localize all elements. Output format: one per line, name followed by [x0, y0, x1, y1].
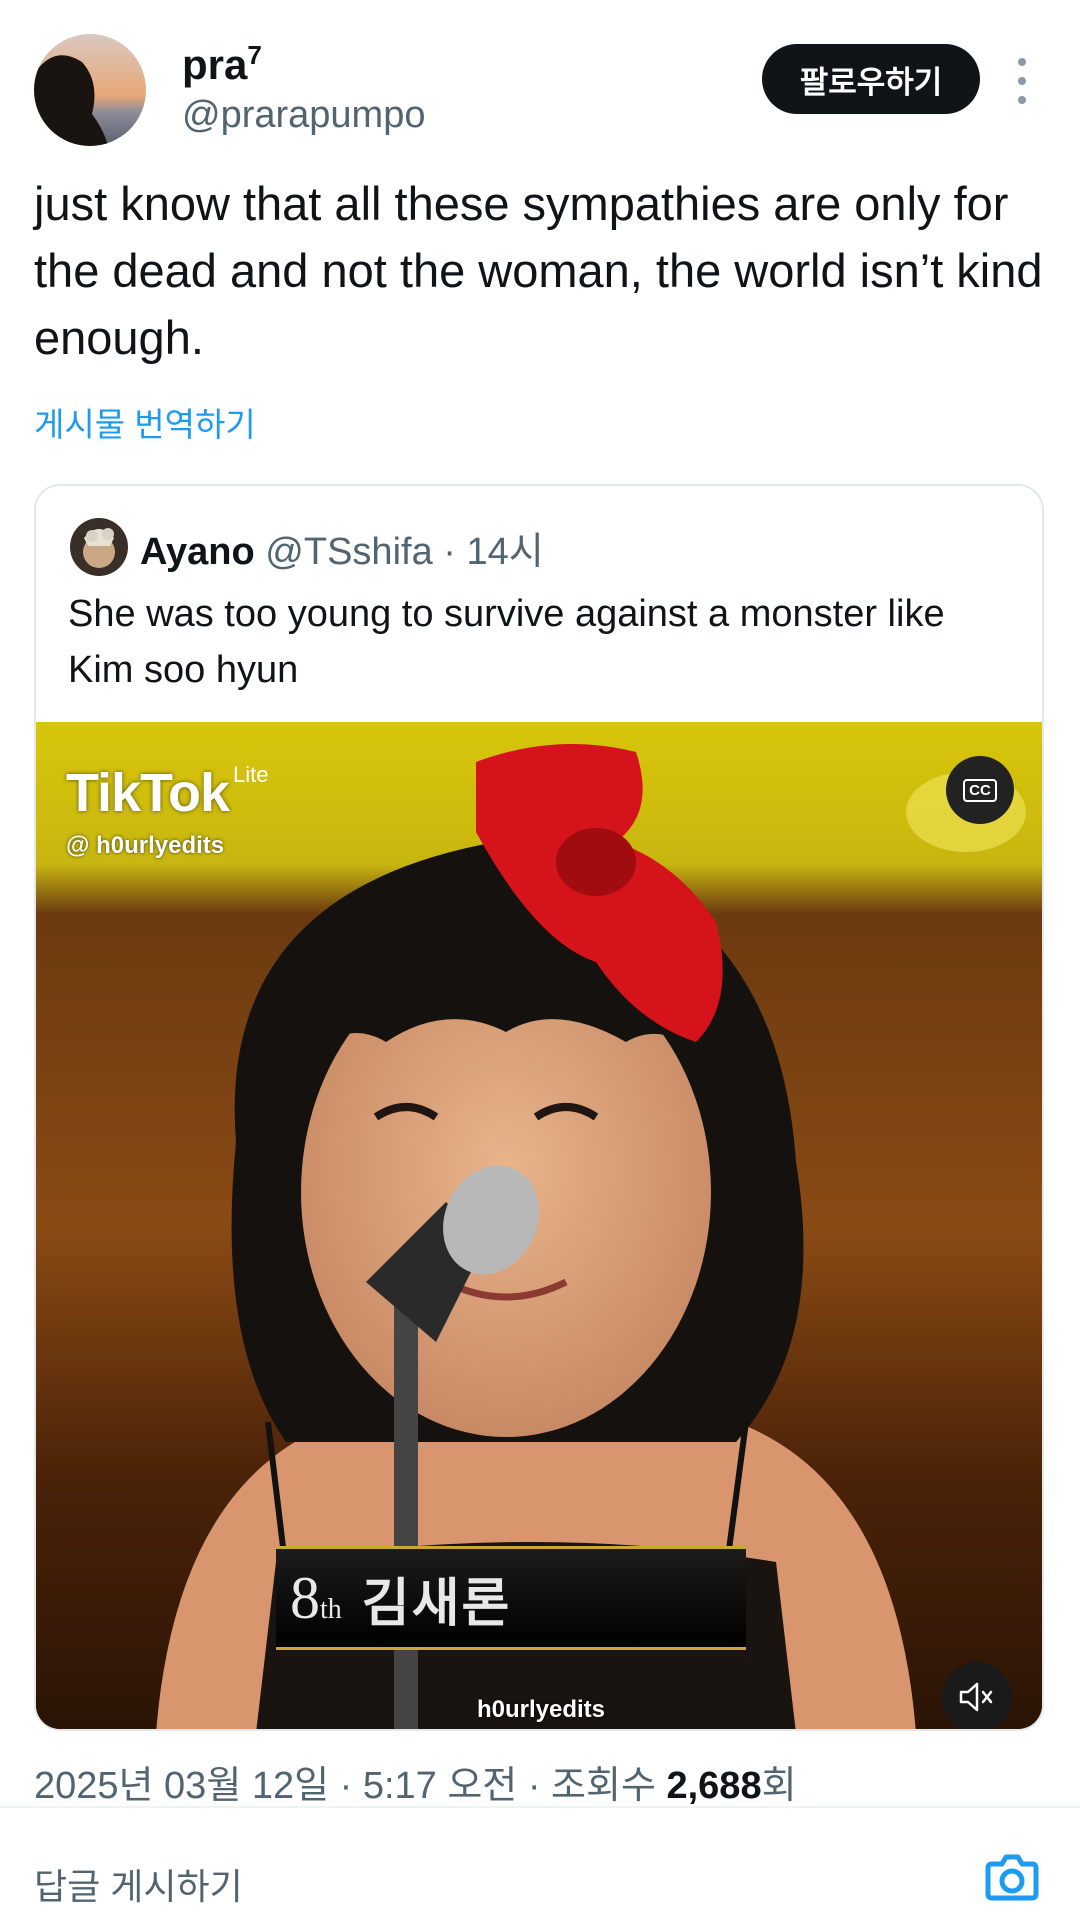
translate-post-link[interactable]: 게시물 번역하기 — [34, 398, 256, 446]
captions-button[interactable]: CC — [946, 756, 1014, 824]
more-options-icon[interactable] — [1010, 58, 1034, 104]
views-count: 2,688 — [666, 1765, 762, 1807]
divider — [0, 1806, 1080, 1808]
author-avatar[interactable] — [34, 34, 146, 146]
author-display-name[interactable]: pra7 — [182, 40, 262, 89]
quote-author-name[interactable]: Ayano — [140, 531, 255, 573]
quoted-tweet-card[interactable]: Ayano @TSshifa · 14시 She was too young t… — [34, 484, 1044, 1731]
cc-icon: CC — [963, 778, 997, 802]
speaker-muted-icon — [959, 1682, 993, 1712]
tiktok-logo: TikTok — [66, 763, 230, 823]
mute-button[interactable] — [942, 1662, 1012, 1729]
reply-input[interactable]: 답글 게시하기 — [34, 1858, 243, 1910]
follow-button[interactable]: 팔로우하기 — [762, 44, 980, 114]
caption-name: 김새론 — [361, 1574, 512, 1633]
lower-third-caption: 8th 김새론 — [276, 1546, 746, 1650]
tweet-timestamp: 2025년 03월 12일 · 5:17 오전 · 조회수 2,688회 — [34, 1765, 797, 1807]
author-handle[interactable]: @prarapumpo — [182, 94, 425, 137]
display-name-superscript: 7 — [247, 40, 262, 70]
video-watermark: h0urlyedits — [476, 1696, 606, 1723]
camera-icon[interactable] — [984, 1850, 1040, 1904]
tiktok-handle: @ h0urlyedits — [66, 832, 225, 859]
quote-header: Ayano @TSshifa · 14시 — [140, 520, 544, 575]
tiktok-watermark: TikTok Lite — [66, 762, 269, 824]
quote-author-avatar[interactable] — [70, 518, 128, 576]
tiktok-lite-label: Lite — [233, 762, 269, 787]
caption-ordinal: 8th — [290, 1564, 342, 1631]
quote-text: She was too young to survive against a m… — [68, 593, 945, 691]
video-player[interactable]: TikTok Lite @ h0urlyedits CC 8th 김새론 h0ur… — [36, 722, 1042, 1729]
tweet-text: just know that all these sympathies are … — [34, 177, 1043, 364]
quote-author-meta: @TSshifa · 14시 — [265, 531, 544, 573]
